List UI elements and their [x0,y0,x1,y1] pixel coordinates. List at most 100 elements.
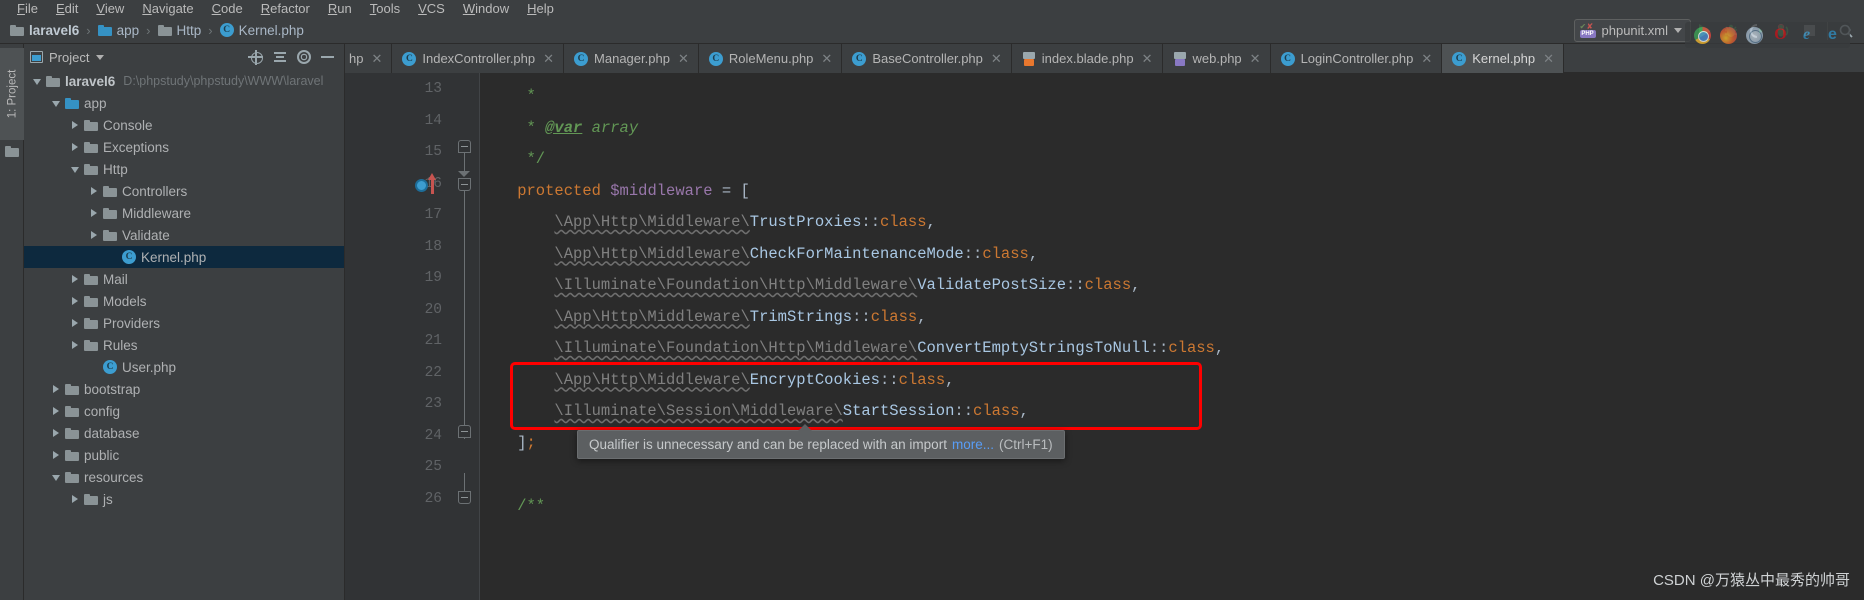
menu-item-view[interactable]: View [87,0,133,17]
editor-tab-hp[interactable]: hp ✕ [345,44,393,73]
code-line-15[interactable]: */ [480,144,546,176]
close-icon[interactable]: ✕ [1543,51,1554,67]
chevron-right-icon[interactable] [70,340,81,351]
chevron-right-icon[interactable] [70,142,81,153]
chevron-right-icon[interactable] [51,428,62,439]
editor-tab-web-php[interactable]: web.php ✕ [1162,44,1271,73]
chevron-right-icon[interactable] [70,296,81,307]
menu-item-file[interactable]: File [8,0,47,17]
menu-item-tools[interactable]: Tools [361,0,409,17]
tree-item-exceptions[interactable]: Exceptions [24,136,344,158]
code-line-23[interactable]: \Illuminate\Session\Middleware\StartSess… [480,396,1028,428]
tree-item-resources[interactable]: resources [24,466,344,488]
code-line-26[interactable]: /** [480,491,545,523]
code-line-13[interactable]: * [480,81,536,113]
tree-item-app[interactable]: app [24,92,344,114]
tree-item-bootstrap[interactable]: bootstrap [24,378,344,400]
editor-tab-basecontroller-php[interactable]: C BaseController.php ✕ [842,44,1012,73]
chevron-right-icon[interactable] [51,406,62,417]
code-line-17[interactable]: \App\Http\Middleware\TrustProxies::class… [480,207,935,239]
editor-fold-column[interactable] [450,73,480,600]
chevron-right-icon[interactable] [89,186,100,197]
fold-marker-next[interactable] [458,491,471,504]
menu-item-vcs[interactable]: VCS [409,0,454,17]
editor-tab-manager-php[interactable]: C Manager.php ✕ [564,44,699,73]
code-line-22[interactable]: \App\Http\Middleware\EncryptCookies::cla… [480,365,954,397]
firefox-icon[interactable] [1720,26,1737,44]
tree-item-public[interactable]: public [24,444,344,466]
chevron-down-icon[interactable] [32,76,43,87]
editor-tab-logincontroller-php[interactable]: C LoginController.php ✕ [1270,44,1443,73]
close-icon[interactable]: ✕ [1421,51,1432,67]
editor-tab-index-blade-php[interactable]: index.blade.php ✕ [1011,44,1163,73]
menu-item-edit[interactable]: Edit [47,0,87,17]
code-line-21[interactable]: \Illuminate\Foundation\Http\Middleware\C… [480,333,1224,365]
close-icon[interactable]: ✕ [821,51,832,67]
tree-item-validate[interactable]: Validate [24,224,344,246]
tree-item-js[interactable]: js [24,488,344,510]
override-marker-icon[interactable] [415,178,428,192]
chevron-right-icon[interactable] [51,450,62,461]
chevron-down-icon[interactable] [51,98,62,109]
chevron-down-icon[interactable] [96,54,105,60]
tree-item-console[interactable]: Console [24,114,344,136]
chevron-down-icon[interactable] [70,164,81,175]
settings-gear-icon[interactable] [297,50,311,64]
opera-icon[interactable]: O [1772,26,1789,44]
fold-marker-collapse-top[interactable] [458,140,471,153]
minimize-icon[interactable] [321,56,334,58]
close-icon[interactable]: ✕ [1250,51,1261,67]
tree-item-config[interactable]: config [24,400,344,422]
close-icon[interactable]: ✕ [678,51,689,67]
breadcrumb-item-app[interactable]: app [97,17,139,44]
code-text-area[interactable]: * * @var array */ protected $middleware … [480,73,1864,600]
safari-icon[interactable] [1746,26,1763,44]
menu-item-help[interactable]: Help [518,0,563,17]
tree-item-kernel-php[interactable]: C Kernel.php [24,246,344,268]
chevron-right-icon[interactable] [70,494,81,505]
tree-item-middleware[interactable]: Middleware [24,202,344,224]
chevron-right-icon[interactable] [51,384,62,395]
menu-item-navigate[interactable]: Navigate [133,0,202,17]
code-line-24[interactable]: ]; [480,428,536,460]
editor-tab-rolemenu-php[interactable]: C RoleMenu.php ✕ [698,44,843,73]
close-icon[interactable]: ✕ [991,51,1002,67]
chevron-right-icon[interactable] [89,208,100,219]
tooltip-more-link[interactable]: more... [952,437,994,452]
tree-item-laravel6[interactable]: laravel6 D:\phpstudy\phpstudy\WWW\laravel [24,70,344,92]
sidebar-item-project-tab[interactable]: 1: Project [0,48,24,140]
breadcrumb-item-kernel-php[interactable]: C Kernel.php [219,17,304,44]
tree-item-controllers[interactable]: Controllers [24,180,344,202]
code-line-19[interactable]: \Illuminate\Foundation\Http\Middleware\V… [480,270,1140,302]
code-line-14[interactable]: * @var array [480,113,639,145]
internet-explorer-icon[interactable]: e [1798,26,1815,44]
menu-item-code[interactable]: Code [203,0,252,17]
tree-item-database[interactable]: database [24,422,344,444]
close-icon[interactable]: ✕ [371,51,382,67]
close-icon[interactable]: ✕ [1142,51,1153,67]
tree-item-http[interactable]: Http [24,158,344,180]
editor-tab-indexcontroller-php[interactable]: C IndexController.php ✕ [392,44,565,73]
fold-marker-collapse-bottom[interactable] [458,178,471,191]
run-configuration-selector[interactable]: ✔ ✘ PHP phpunit.xml [1573,19,1691,42]
editor-tab-kernel-php[interactable]: C Kernel.php ✕ [1442,44,1565,73]
edge-icon[interactable]: e [1824,26,1841,44]
code-editor[interactable]: 1314151617181920212223242526 * * @var ar… [345,73,1864,600]
code-line-18[interactable]: \App\Http\Middleware\CheckForMaintenance… [480,239,1038,271]
fold-marker-end[interactable] [458,425,471,438]
breadcrumb-item-http[interactable]: Http [157,17,201,44]
chevron-down-icon[interactable] [51,472,62,483]
collapse-all-icon[interactable] [273,50,287,64]
chevron-right-icon[interactable] [89,230,100,241]
close-icon[interactable]: ✕ [543,51,554,67]
code-line-16[interactable]: protected $middleware = [ [480,176,750,208]
locate-icon[interactable] [248,49,263,65]
chrome-icon[interactable] [1694,26,1711,44]
menu-item-window[interactable]: Window [454,0,518,17]
code-line-20[interactable]: \App\Http\Middleware\TrimStrings::class, [480,302,926,334]
breadcrumb-item-laravel6[interactable]: laravel6 [10,17,79,44]
chevron-right-icon[interactable] [70,318,81,329]
chevron-right-icon[interactable] [70,120,81,131]
tree-item-user-php[interactable]: C User.php [24,356,344,378]
editor-gutter[interactable]: 1314151617181920212223242526 [345,73,450,600]
